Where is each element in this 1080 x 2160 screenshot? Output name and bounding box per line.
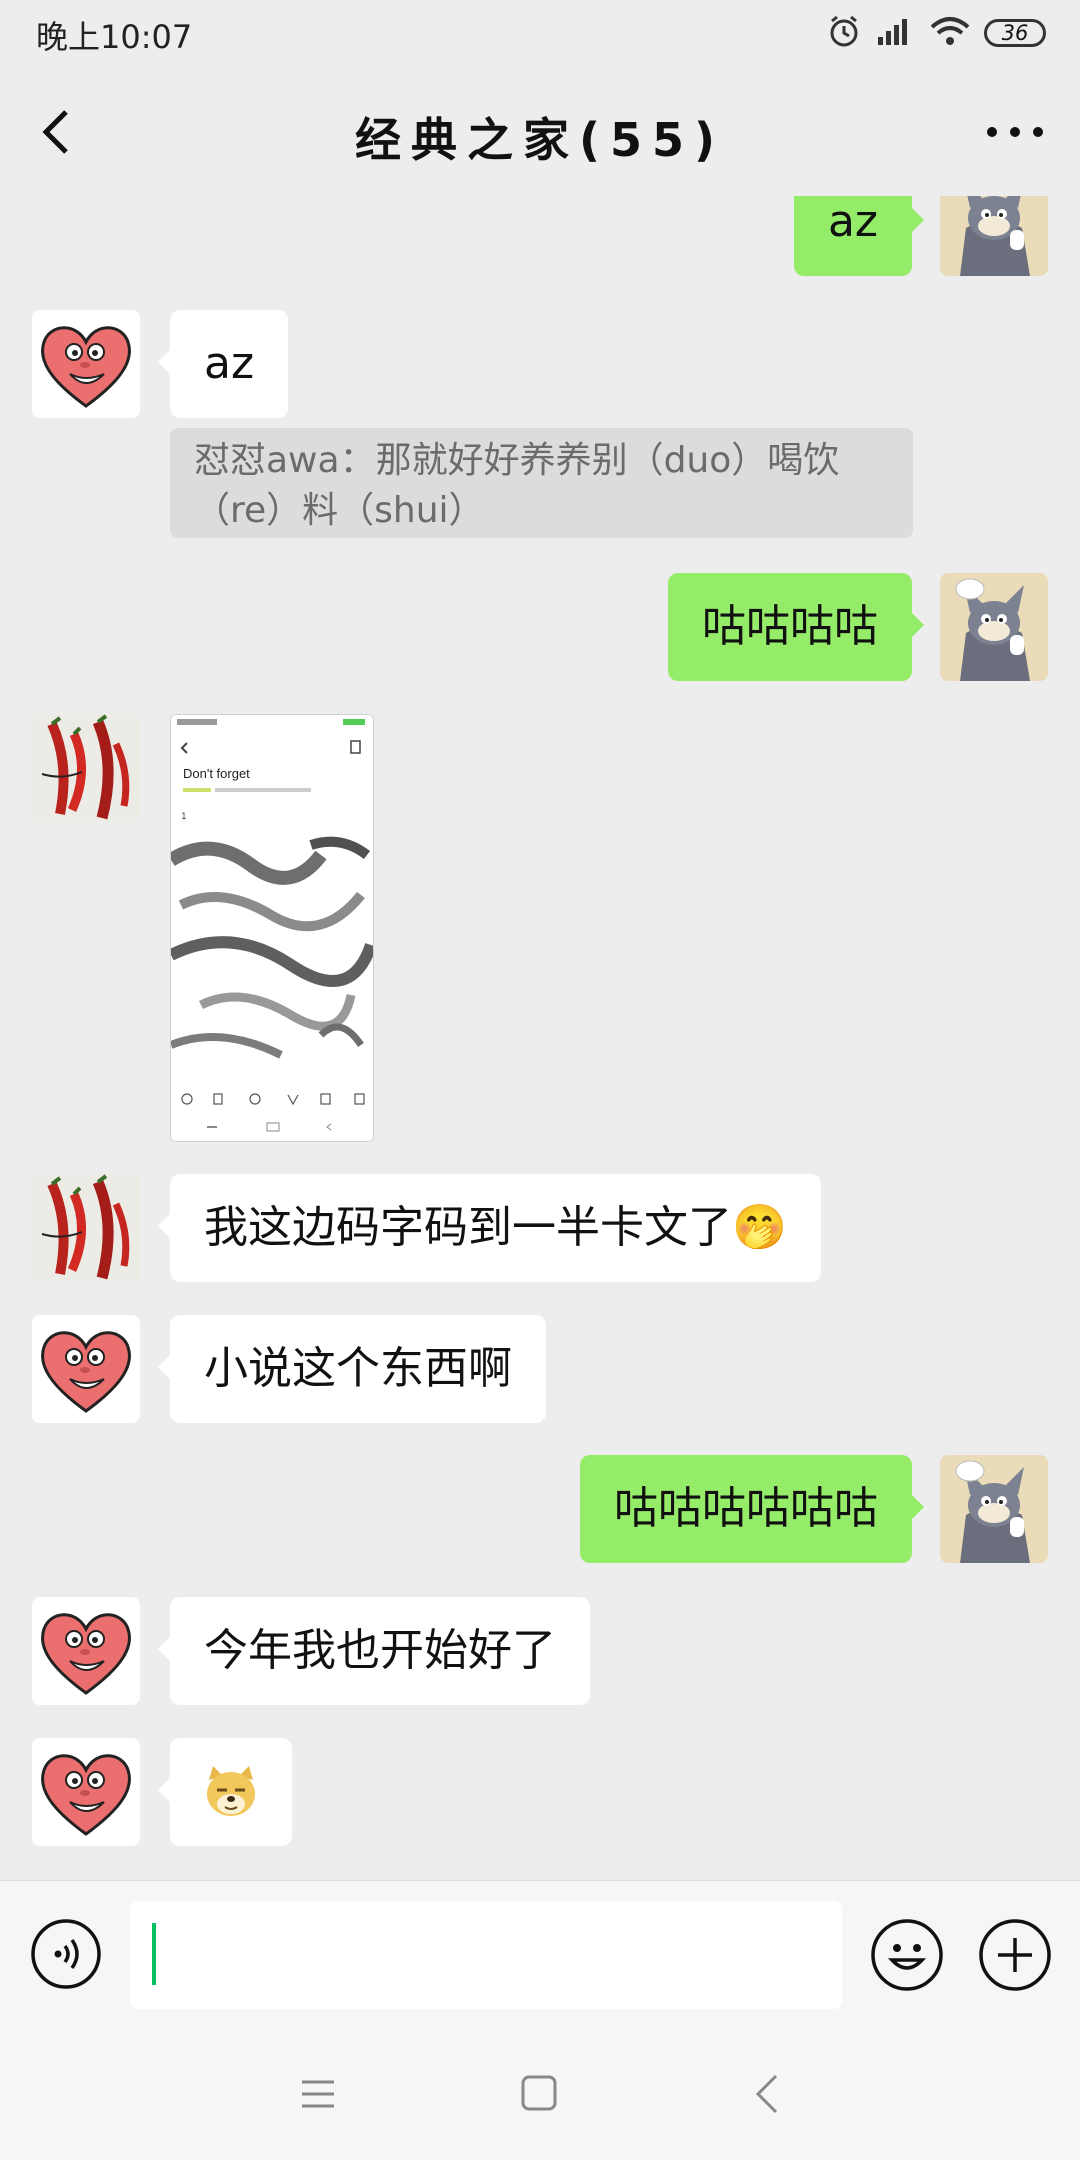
received-message-bubble[interactable] (158, 1738, 292, 1846)
sent-message-bubble[interactable]: az (793, 196, 925, 276)
plus-circle-icon (979, 1919, 1051, 1991)
tom-cat-avatar[interactable] (940, 1455, 1048, 1563)
nav-menu-button[interactable] (298, 2076, 338, 2112)
status-time: 晚上10:07 (36, 18, 193, 56)
nav-home-button[interactable] (520, 2074, 558, 2112)
image-title: Don't forget (183, 766, 250, 781)
chili-pepper-avatar[interactable] (32, 1174, 140, 1282)
status-icons: 36 (826, 12, 1046, 54)
chat-title: 经典之家(55) (354, 113, 726, 167)
received-message-bubble[interactable]: az (157, 310, 289, 418)
system-nav-bar (0, 2030, 1080, 2160)
received-message-bubble[interactable]: 我这边码字码到一半卡文了🤭 (158, 1174, 821, 1282)
more-dots-icon (987, 127, 1043, 137)
received-message-bubble[interactable]: 今年我也开始好了 (158, 1597, 590, 1705)
back-chevron-icon (755, 2074, 778, 2114)
chili-pepper-avatar[interactable] (32, 714, 140, 822)
doge-face-icon (207, 1766, 255, 1816)
battery-icon: 36 (984, 19, 1046, 47)
heart-face-avatar[interactable] (32, 1315, 140, 1423)
quoted-message[interactable]: 怼怼awa：那就好好养养别（duo）喝饮（re）料（shui） (170, 428, 913, 538)
home-square-icon (521, 2075, 557, 2111)
signal-icon (876, 15, 916, 51)
tom-cat-avatar[interactable] (940, 573, 1048, 681)
plus-button[interactable] (978, 1918, 1052, 1992)
voice-icon (31, 1919, 101, 1989)
heart-face-avatar[interactable] (32, 1738, 140, 1846)
emoji-button[interactable] (870, 1918, 944, 1992)
wifi-icon (930, 15, 970, 51)
chat-header: 经典之家(55) (0, 66, 1080, 196)
received-message-bubble[interactable]: 小说这个东西啊 (158, 1315, 546, 1423)
heart-face-avatar[interactable] (32, 310, 140, 418)
message-input-bar (0, 1880, 1080, 2031)
voice-button[interactable] (30, 1918, 102, 1990)
more-button[interactable] (980, 102, 1050, 162)
emoji-smile-icon (871, 1919, 943, 1991)
sent-message-bubble[interactable]: 咕咕咕咕 (668, 573, 924, 681)
sent-message-bubble[interactable]: 咕咕咕咕咕咕 (580, 1455, 924, 1563)
heart-face-avatar[interactable] (32, 1597, 140, 1705)
message-input[interactable] (130, 1901, 842, 2009)
nav-back-button[interactable] (750, 2072, 786, 2116)
text-cursor (152, 1923, 156, 1985)
image-corner-text: 1 (181, 812, 187, 822)
alarm-icon (826, 13, 862, 53)
image-message[interactable]: Don't forget 1 (170, 714, 374, 1142)
menu-icon (302, 2080, 334, 2108)
chat-message-list[interactable]: az az 怼怼awa：那就好好养养别（duo）喝饮（re）料（shui） 咕咕… (0, 196, 1080, 1880)
tom-cat-avatar[interactable] (940, 196, 1048, 276)
status-bar: 晚上10:07 36 (0, 0, 1080, 66)
